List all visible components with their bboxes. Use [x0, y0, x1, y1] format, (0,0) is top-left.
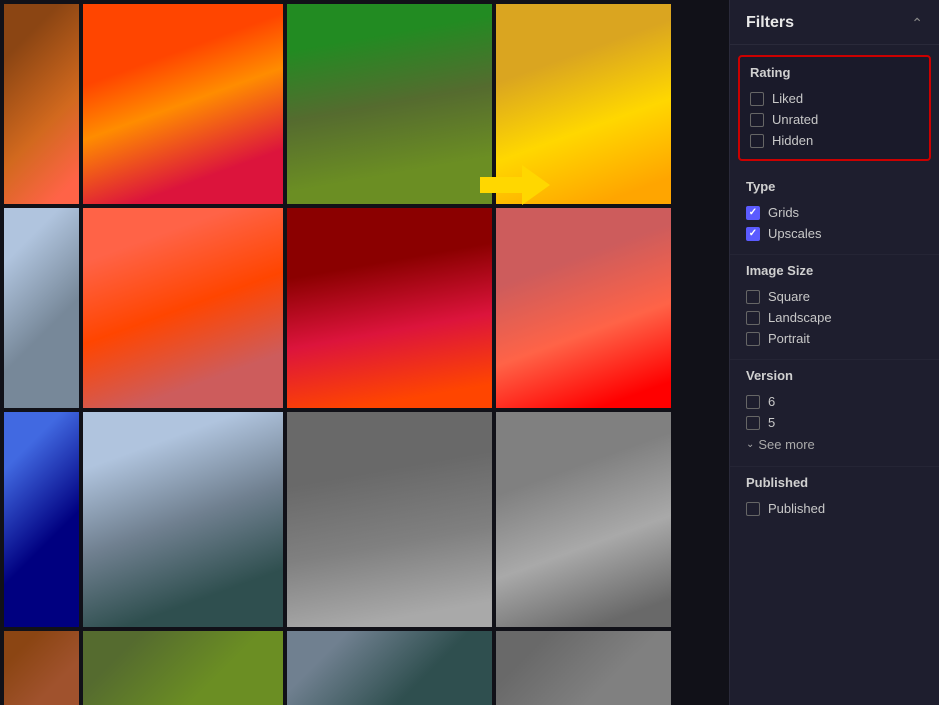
gallery-item[interactable] — [496, 412, 671, 627]
v6-label: 6 — [768, 394, 775, 409]
see-more-label: See more — [758, 437, 814, 452]
rating-hidden-item[interactable]: Hidden — [750, 130, 919, 151]
filters-sidebar: Filters ⌃ Rating Liked Unrated Hidden Ty… — [729, 0, 939, 705]
type-grids-item[interactable]: Grids — [746, 202, 923, 223]
liked-label: Liked — [772, 91, 803, 106]
type-label: Type — [746, 179, 923, 194]
version-6-item[interactable]: 6 — [746, 391, 923, 412]
hidden-label: Hidden — [772, 133, 813, 148]
grids-checkbox[interactable] — [746, 206, 760, 220]
gallery-item[interactable] — [83, 412, 283, 627]
square-checkbox[interactable] — [746, 290, 760, 304]
rating-unrated-item[interactable]: Unrated — [750, 109, 919, 130]
gallery-area — [0, 0, 729, 705]
gallery-item[interactable] — [287, 208, 492, 408]
size-portrait-item[interactable]: Portrait — [746, 328, 923, 349]
gallery-item[interactable] — [4, 4, 79, 204]
published-section-label: Published — [746, 475, 923, 490]
type-section: Type Grids Upscales — [730, 171, 939, 255]
unrated-label: Unrated — [772, 112, 818, 127]
square-label: Square — [768, 289, 810, 304]
rating-label: Rating — [750, 65, 919, 80]
gallery-item[interactable] — [496, 631, 671, 705]
gallery-item[interactable] — [287, 412, 492, 627]
chevron-down-icon: ⌄ — [746, 439, 754, 450]
image-size-label: Image Size — [746, 263, 923, 278]
unrated-checkbox[interactable] — [750, 113, 764, 127]
hidden-checkbox[interactable] — [750, 134, 764, 148]
gallery-item[interactable] — [287, 4, 492, 204]
gallery-item[interactable] — [4, 412, 79, 627]
v6-checkbox[interactable] — [746, 395, 760, 409]
liked-checkbox[interactable] — [750, 92, 764, 106]
upscales-label: Upscales — [768, 226, 821, 241]
gallery-item[interactable] — [4, 631, 79, 705]
published-section: Published Published — [730, 467, 939, 529]
landscape-label: Landscape — [768, 310, 832, 325]
grids-label: Grids — [768, 205, 799, 220]
upscales-checkbox[interactable] — [746, 227, 760, 241]
v5-label: 5 — [768, 415, 775, 430]
landscape-checkbox[interactable] — [746, 311, 760, 325]
rating-section: Rating Liked Unrated Hidden — [738, 55, 931, 161]
see-more-button[interactable]: ⌄ See more — [746, 433, 815, 456]
image-size-section: Image Size Square Landscape Portrait — [730, 255, 939, 360]
gallery-item[interactable] — [83, 631, 283, 705]
gallery-item[interactable] — [83, 4, 283, 204]
size-landscape-item[interactable]: Landscape — [746, 307, 923, 328]
gallery-item[interactable] — [4, 208, 79, 408]
version-5-item[interactable]: 5 — [746, 412, 923, 433]
portrait-checkbox[interactable] — [746, 332, 760, 346]
gallery-item[interactable] — [287, 631, 492, 705]
filters-header: Filters ⌃ — [730, 0, 939, 45]
filters-title: Filters — [746, 14, 794, 32]
published-item[interactable]: Published — [746, 498, 923, 519]
gallery-grid — [0, 0, 729, 705]
type-upscales-item[interactable]: Upscales — [746, 223, 923, 244]
published-checkbox[interactable] — [746, 502, 760, 516]
gallery-item[interactable] — [496, 208, 671, 408]
collapse-icon[interactable]: ⌃ — [911, 15, 923, 32]
published-label: Published — [768, 501, 825, 516]
version-label: Version — [746, 368, 923, 383]
size-square-item[interactable]: Square — [746, 286, 923, 307]
version-section: Version 6 5 ⌄ See more — [730, 360, 939, 467]
gallery-item[interactable] — [496, 4, 671, 204]
portrait-label: Portrait — [768, 331, 810, 346]
gallery-item[interactable] — [83, 208, 283, 408]
v5-checkbox[interactable] — [746, 416, 760, 430]
rating-liked-item[interactable]: Liked — [750, 88, 919, 109]
